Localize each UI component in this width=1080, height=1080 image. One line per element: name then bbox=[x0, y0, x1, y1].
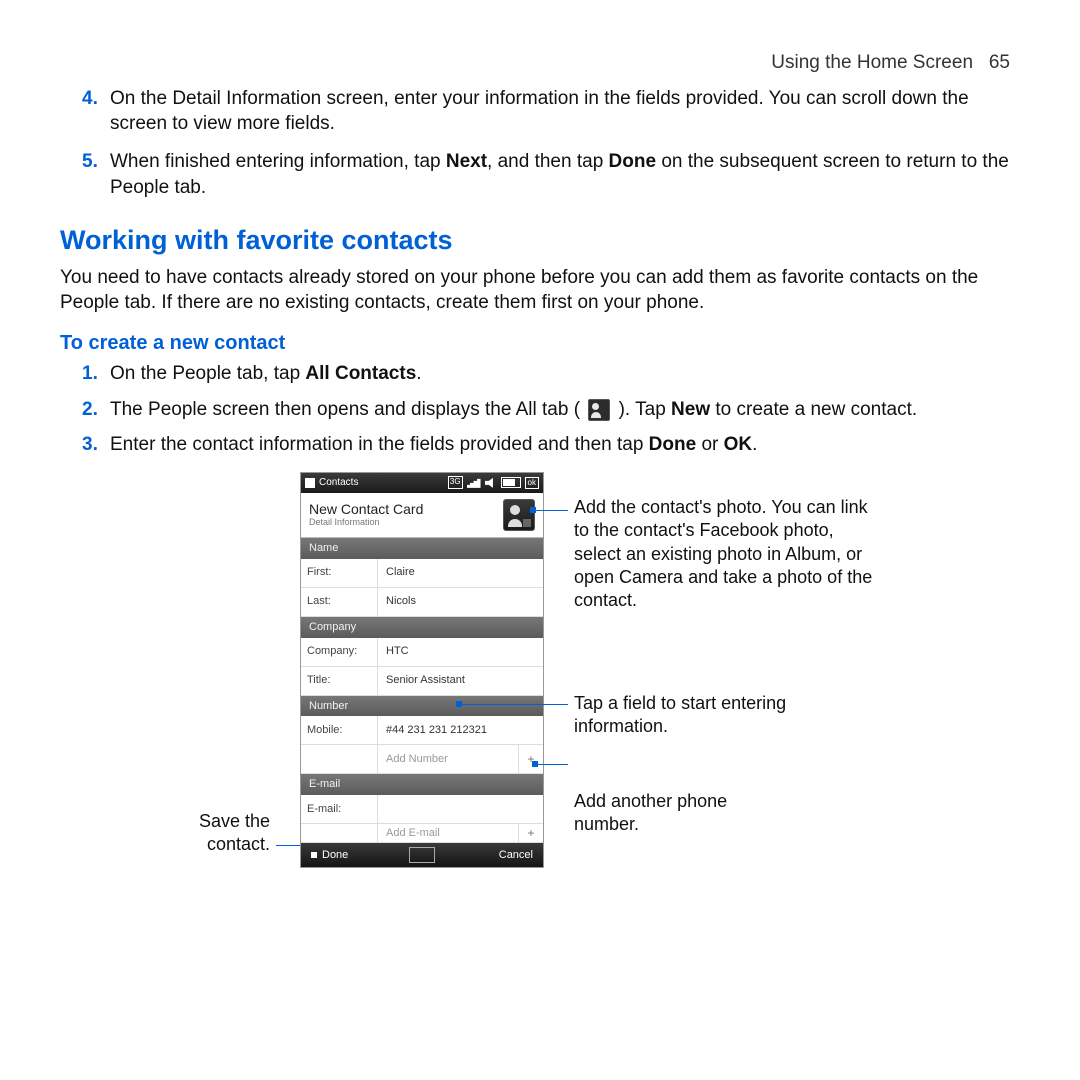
bold-done: Done bbox=[649, 434, 697, 455]
title-row[interactable]: Title: Senior Assistant bbox=[301, 667, 543, 696]
annotation-add-number: Add another phone number. bbox=[574, 790, 774, 837]
status-bar: Contacts 3G ok bbox=[301, 473, 543, 493]
mobile-value[interactable]: #44 231 231 212321 bbox=[378, 716, 543, 744]
step-number: 2. bbox=[82, 397, 98, 423]
group-number: Number bbox=[301, 696, 543, 717]
add-number-plus-icon[interactable]: + bbox=[518, 745, 543, 773]
annotation-tap-field: Tap a field to start entering informatio… bbox=[574, 692, 874, 739]
company-row[interactable]: Company: HTC bbox=[301, 638, 543, 667]
step-number: 4. bbox=[82, 86, 98, 112]
step-3: 3. Enter the contact information in the … bbox=[110, 432, 1020, 458]
last-label: Last: bbox=[301, 588, 378, 616]
group-email: E-mail bbox=[301, 774, 543, 795]
people-tab-icon bbox=[588, 399, 610, 421]
step-5: 5. When finished entering information, t… bbox=[110, 149, 1020, 200]
bold-done: Done bbox=[609, 151, 657, 172]
windows-icon bbox=[305, 478, 315, 488]
section-heading: Working with favorite contacts bbox=[60, 222, 1020, 258]
cancel-softkey[interactable]: Cancel bbox=[499, 848, 533, 863]
done-softkey[interactable]: Done bbox=[311, 848, 348, 863]
section-body: You need to have contacts already stored… bbox=[60, 265, 1020, 316]
bold-next: Next bbox=[446, 151, 487, 172]
network-3g-icon: 3G bbox=[448, 476, 463, 489]
bold-all-contacts: All Contacts bbox=[305, 363, 416, 384]
add-number-row[interactable]: Add Number + bbox=[301, 745, 543, 774]
step-text: On the Detail Information screen, enter … bbox=[110, 88, 969, 135]
bold-ok: OK bbox=[724, 434, 753, 455]
last-value[interactable]: Nicols bbox=[378, 588, 543, 616]
step-2: 2. The People screen then opens and disp… bbox=[110, 397, 1020, 423]
email-value[interactable] bbox=[378, 795, 543, 823]
company-label: Company: bbox=[301, 638, 378, 666]
ok-softkey[interactable]: ok bbox=[525, 477, 539, 489]
email-label: E-mail: bbox=[301, 795, 378, 823]
first-value[interactable]: Claire bbox=[378, 559, 543, 587]
card-subtitle: Detail Information bbox=[309, 518, 423, 528]
mobile-row[interactable]: Mobile: #44 231 231 212321 bbox=[301, 716, 543, 745]
title-label: Title: bbox=[301, 667, 378, 695]
step-number: 3. bbox=[82, 432, 98, 458]
group-name: Name bbox=[301, 538, 543, 559]
group-company: Company bbox=[301, 617, 543, 638]
continued-list: 4. On the Detail Information screen, ent… bbox=[60, 86, 1020, 201]
card-title: New Contact Card bbox=[309, 502, 423, 517]
speaker-icon bbox=[485, 478, 497, 488]
company-value[interactable]: HTC bbox=[378, 638, 543, 666]
email-row[interactable]: E-mail: bbox=[301, 795, 543, 824]
running-header: Using the Home Screen 65 bbox=[60, 50, 1020, 76]
add-email-row[interactable]: Add E-mail + bbox=[301, 824, 543, 843]
step-1: 1. On the People tab, tap All Contacts. bbox=[110, 361, 1020, 387]
statusbar-title: Contacts bbox=[319, 476, 358, 490]
card-header: New Contact Card Detail Information bbox=[301, 493, 543, 538]
steps-list: 1. On the People tab, tap All Contacts. … bbox=[60, 361, 1020, 458]
title-value[interactable]: Senior Assistant bbox=[378, 667, 543, 695]
bold-new: New bbox=[671, 399, 710, 420]
step-number: 1. bbox=[82, 361, 98, 387]
last-name-row[interactable]: Last: Nicols bbox=[301, 588, 543, 617]
step-pre: When finished entering information, tap bbox=[110, 151, 446, 172]
phone-screenshot: Contacts 3G ok New Contact Card Detail I… bbox=[300, 472, 544, 868]
header-section: Using the Home Screen bbox=[771, 52, 973, 73]
softkey-bar: Done Cancel bbox=[301, 843, 543, 867]
step-mid: , and then tap bbox=[487, 151, 609, 172]
subheading: To create a new contact bbox=[60, 330, 1020, 357]
add-email-plus-icon[interactable]: + bbox=[518, 824, 543, 842]
step-number: 5. bbox=[82, 149, 98, 175]
first-name-row[interactable]: First: Claire bbox=[301, 559, 543, 588]
add-number-label[interactable]: Add Number bbox=[378, 745, 518, 773]
keyboard-icon[interactable] bbox=[409, 847, 435, 863]
first-label: First: bbox=[301, 559, 378, 587]
battery-icon bbox=[501, 477, 521, 488]
step-4: 4. On the Detail Information screen, ent… bbox=[110, 86, 1020, 137]
add-email-label[interactable]: Add E-mail bbox=[378, 824, 518, 842]
add-photo-button[interactable] bbox=[503, 499, 535, 531]
mobile-label: Mobile: bbox=[301, 716, 378, 744]
figure: Save the contact. Contacts 3G ok New Con… bbox=[90, 472, 1020, 902]
annotation-add-photo: Add the contact's photo. You can link to… bbox=[574, 496, 884, 613]
signal-icon bbox=[467, 478, 481, 488]
page-number: 65 bbox=[989, 52, 1010, 73]
annotation-save: Save the contact. bbox=[199, 810, 270, 857]
